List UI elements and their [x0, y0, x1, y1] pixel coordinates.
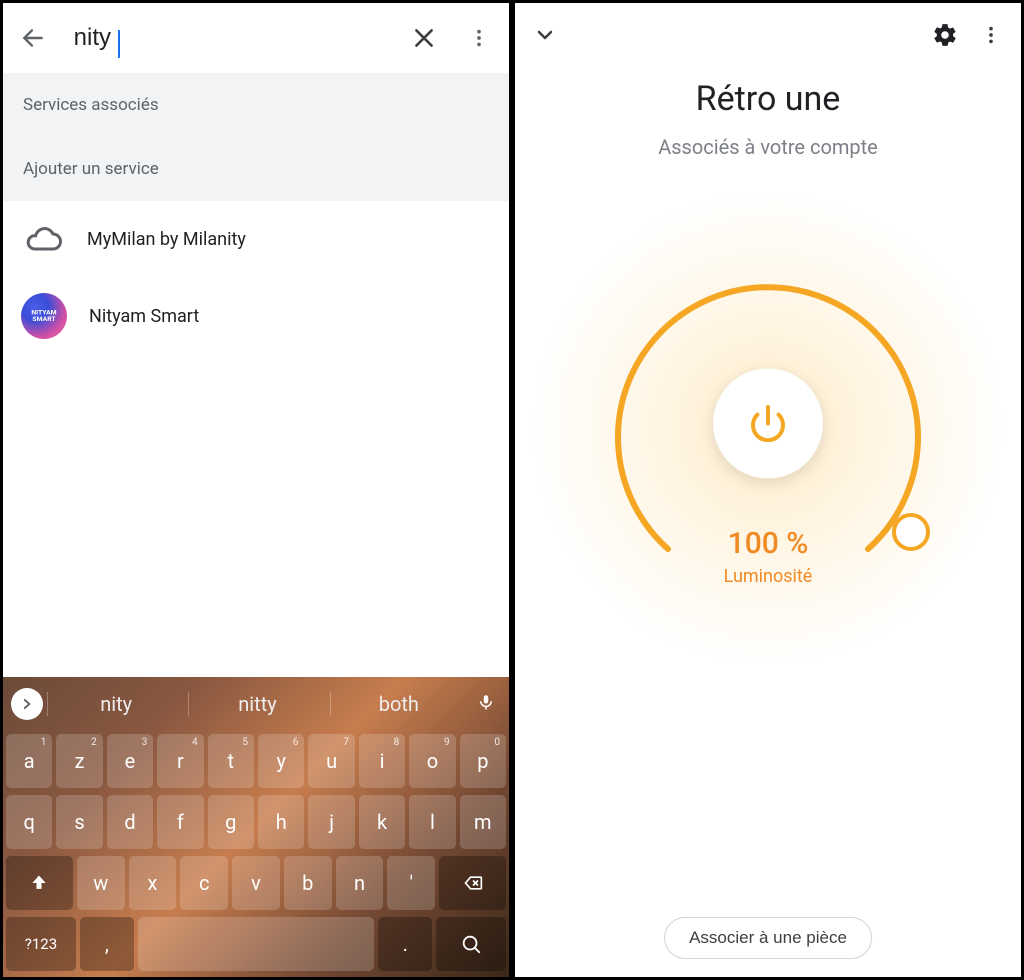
enter-key[interactable]	[436, 917, 506, 971]
suggestion-item[interactable]: nitty	[188, 692, 325, 716]
section-associated-services: Services associés	[3, 73, 509, 137]
key-g[interactable]: g	[208, 795, 254, 849]
key-b[interactable]: b	[284, 856, 332, 910]
key-t[interactable]: t5	[208, 734, 254, 788]
power-button[interactable]	[713, 369, 823, 479]
key-p[interactable]: p0	[460, 734, 506, 788]
symbols-key[interactable]: ?123	[6, 917, 76, 971]
shift-key[interactable]	[6, 856, 73, 910]
key-e[interactable]: e3	[107, 734, 153, 788]
key-j[interactable]: j	[308, 795, 354, 849]
nityam-logo-icon: NITYAM SMART	[21, 293, 67, 339]
brightness-label: Luminosité	[588, 566, 948, 587]
cloud-icon	[21, 217, 65, 261]
key-h[interactable]: h	[258, 795, 304, 849]
key-a[interactable]: a1	[6, 734, 52, 788]
chevron-down-icon[interactable]	[525, 15, 565, 55]
keyboard-collapse-icon[interactable]	[11, 688, 43, 720]
key-o[interactable]: o9	[409, 734, 455, 788]
key-m[interactable]: m	[460, 795, 506, 849]
key-n[interactable]: n	[336, 856, 384, 910]
clear-icon[interactable]	[406, 18, 443, 58]
period-key[interactable]: .	[378, 917, 432, 971]
keyboard: nity nitty both a1z2e3r4t5y6u7i8o9p0 qsd…	[3, 677, 509, 977]
key-f[interactable]: f	[157, 795, 203, 849]
phone-search-services: Services associés Ajouter un service MyM…	[0, 0, 512, 980]
section-add-service: Ajouter un service	[3, 137, 509, 201]
back-icon[interactable]	[15, 18, 52, 58]
service-item-mymilan[interactable]: MyMilan by Milanity	[3, 201, 509, 277]
keyboard-suggestion-bar: nity nitty both	[3, 677, 509, 730]
key-k[interactable]: k	[359, 795, 405, 849]
key-w[interactable]: w	[77, 856, 125, 910]
service-label: Nityam Smart	[89, 306, 199, 327]
key-y[interactable]: y6	[258, 734, 304, 788]
key-i[interactable]: i8	[359, 734, 405, 788]
key-v[interactable]: v	[232, 856, 280, 910]
brightness-dial[interactable]: 100 % Luminosité	[588, 249, 948, 609]
more-icon[interactable]	[971, 15, 1011, 55]
key-z[interactable]: z2	[56, 734, 102, 788]
brightness-value: 100 %	[588, 526, 948, 561]
service-label: MyMilan by Milanity	[87, 229, 246, 250]
associate-room-button[interactable]: Associer à une pièce	[664, 917, 872, 959]
mic-icon[interactable]	[471, 692, 501, 716]
suggestion-item[interactable]: nity	[47, 692, 184, 716]
text-cursor	[118, 30, 120, 58]
device-title: Rétro une	[515, 79, 1021, 119]
key-'[interactable]: '	[387, 856, 435, 910]
key-r[interactable]: r4	[157, 734, 203, 788]
more-icon[interactable]	[460, 18, 497, 58]
comma-key[interactable]: ,	[80, 917, 134, 971]
suggestion-item[interactable]: both	[330, 692, 467, 716]
key-x[interactable]: x	[129, 856, 177, 910]
service-item-nityam[interactable]: NITYAM SMART Nityam Smart	[3, 277, 509, 355]
key-u[interactable]: u7	[308, 734, 354, 788]
key-c[interactable]: c	[180, 856, 228, 910]
device-header	[515, 3, 1021, 67]
key-d[interactable]: d	[107, 795, 153, 849]
search-header	[3, 3, 509, 73]
key-q[interactable]: q	[6, 795, 52, 849]
key-l[interactable]: l	[409, 795, 455, 849]
gear-icon[interactable]	[925, 15, 965, 55]
space-key[interactable]	[138, 917, 375, 971]
key-s[interactable]: s	[56, 795, 102, 849]
backspace-key[interactable]	[439, 856, 506, 910]
phone-device-control: Rétro une Associés à votre compte 100 % …	[512, 0, 1024, 980]
device-subtitle: Associés à votre compte	[515, 135, 1021, 159]
